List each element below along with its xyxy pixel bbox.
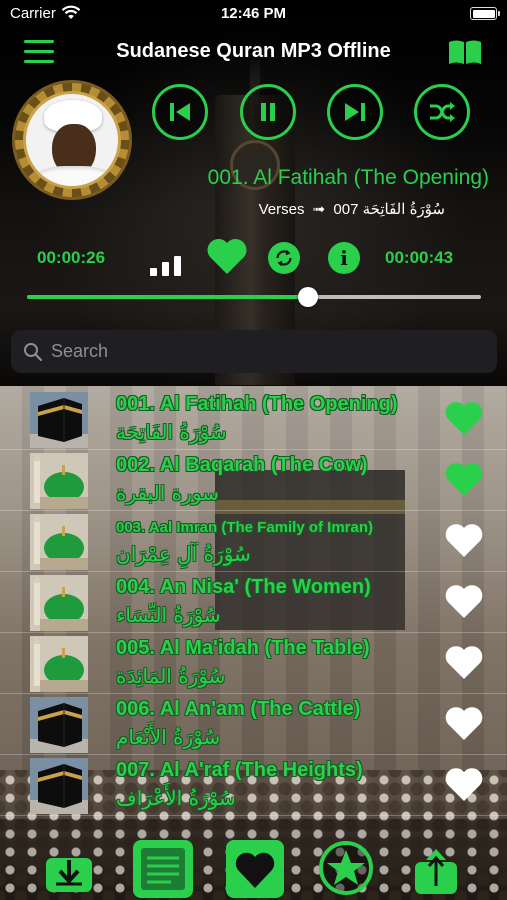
verses-info: Verses ➟ 007 سُوْرَةُ الفَاتِحَة — [259, 200, 445, 218]
surah-row[interactable]: 007. Al A'raf (The Heights) سُوْرَةُ الأَ… — [0, 755, 507, 816]
app-title: Sudanese Quran MP3 Offline — [116, 40, 391, 62]
pause-icon — [261, 103, 275, 121]
open-book-icon[interactable] — [448, 39, 482, 65]
signal-bars-icon[interactable] — [150, 248, 188, 276]
mosque-thumbnail — [30, 636, 88, 692]
quran-book-icon[interactable] — [131, 838, 195, 900]
surah-row[interactable]: 003. Aal Imran (The Family of Imran) سُوْ… — [0, 511, 507, 572]
arrow-right-icon: ➟ — [312, 201, 326, 218]
verses-label: Verses — [258, 201, 305, 218]
favorite-toggle-icon[interactable] — [444, 582, 484, 620]
battery-icon — [470, 7, 500, 20]
surah-english-name: 006. Al An'am (The Cattle) — [116, 698, 361, 720]
search-bar[interactable] — [11, 330, 497, 373]
surah-english-name: 007. Al A'raf (The Heights) — [116, 759, 363, 781]
surah-english-name: 002. Al Baqarah (The Cow) — [116, 454, 368, 476]
kaaba-thumbnail — [30, 758, 88, 814]
surah-row[interactable]: 006. Al An'am (The Cattle) سُوْرَةُ الأَن… — [0, 694, 507, 755]
favorite-toggle-icon[interactable] — [444, 399, 484, 437]
reciter-avatar — [12, 80, 132, 200]
mosque-thumbnail — [30, 514, 88, 570]
previous-button[interactable] — [152, 84, 208, 140]
surah-row[interactable]: 005. Al Ma'idah (The Table) سُوْرَةُ المَ… — [0, 633, 507, 694]
surah-arabic-name: سُوْرَةُ آلِ عِمْرَان — [116, 542, 251, 566]
download-icon[interactable] — [44, 852, 94, 894]
info-icon[interactable]: i — [328, 242, 360, 274]
search-icon — [24, 342, 43, 361]
now-playing-arabic-name: سُوْرَةُ الفَاتِحَة — [362, 201, 445, 218]
surah-english-name: 004. An Nisa' (The Women) — [116, 576, 371, 598]
skip-next-icon — [345, 103, 365, 121]
shuffle-icon — [430, 102, 455, 122]
shuffle-button[interactable] — [414, 84, 470, 140]
repeat-icon — [276, 249, 292, 267]
surah-arabic-name: سُوْرَةُ الأَنْعَام — [116, 725, 221, 749]
surah-arabic-name: سورة البقرة — [116, 481, 219, 505]
surah-english-name: 003. Aal Imran (The Family of Imran) — [116, 519, 374, 536]
favorite-toggle-icon[interactable] — [444, 460, 484, 498]
favorite-toggle-icon[interactable] — [444, 704, 484, 742]
progress-fill — [27, 295, 309, 299]
mosque-thumbnail — [30, 453, 88, 509]
skip-previous-icon — [170, 103, 190, 121]
favorites-heart-icon[interactable] — [224, 838, 286, 900]
favorite-toggle-icon[interactable] — [444, 521, 484, 559]
total-time: 00:00:43 — [385, 248, 454, 267]
favorite-toggle-icon[interactable] — [444, 765, 484, 803]
next-button[interactable] — [327, 84, 383, 140]
kaaba-thumbnail — [30, 697, 88, 753]
surah-english-name: 005. Al Ma'idah (The Table) — [116, 637, 370, 659]
surah-row[interactable]: 001. Al Fatihah (The Opening) سُوْرَةُ ال… — [0, 389, 507, 450]
repeat-button[interactable] — [268, 242, 300, 274]
surah-english-name: 001. Al Fatihah (The Opening) — [116, 393, 398, 415]
surah-arabic-name: سُوْرَةُ الأَعْرَاف — [116, 786, 236, 810]
surah-arabic-name: سُوْرَةُ النِّسَاء — [116, 603, 221, 627]
tab-bar — [0, 820, 507, 900]
kaaba-thumbnail — [30, 392, 88, 448]
now-playing-title: 001. Al Fatihah (The Opening) — [207, 166, 489, 189]
favorite-heart-icon[interactable] — [206, 236, 248, 276]
progress-slider[interactable] — [27, 287, 481, 307]
menu-icon[interactable] — [24, 40, 54, 64]
search-input[interactable] — [51, 341, 471, 362]
verses-count: 007 — [333, 201, 359, 218]
pause-button[interactable] — [240, 84, 296, 140]
surah-row[interactable]: 002. Al Baqarah (The Cow) سورة البقرة — [0, 450, 507, 511]
share-icon[interactable] — [413, 846, 459, 896]
status-bar: Carrier 12:46 PM — [0, 0, 507, 28]
surah-row[interactable]: 004. An Nisa' (The Women) سُوْرَةُ النِّس… — [0, 572, 507, 633]
elapsed-time: 00:00:26 — [37, 248, 106, 267]
surah-arabic-name: سُوْرَةُ المَائِدَة — [116, 664, 226, 688]
surah-list: 001. Al Fatihah (The Opening) سُوْرَةُ ال… — [0, 389, 507, 816]
surah-arabic-name: سُوْرَةُ الفَاتِحَة — [116, 420, 227, 444]
favorite-toggle-icon[interactable] — [444, 643, 484, 681]
mosque-thumbnail — [30, 575, 88, 631]
status-time: 12:46 PM — [220, 5, 287, 22]
rate-star-icon[interactable] — [318, 840, 374, 896]
